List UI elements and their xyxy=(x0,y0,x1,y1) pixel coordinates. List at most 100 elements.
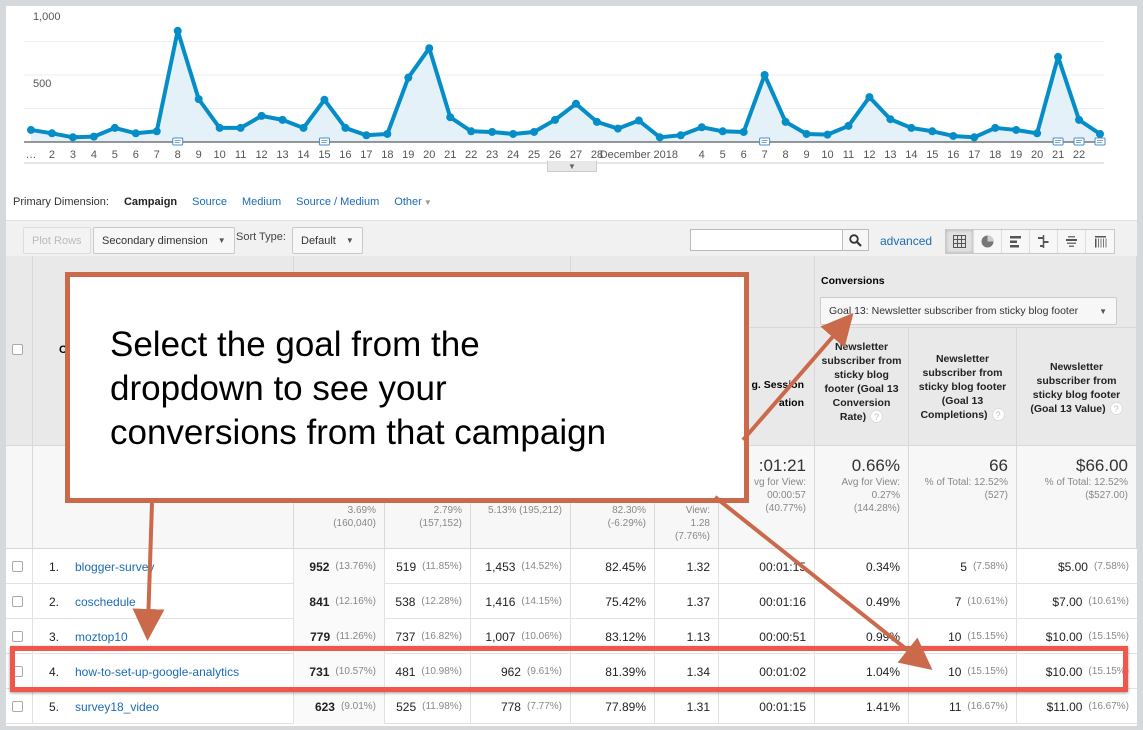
data-point[interactable] xyxy=(823,130,832,139)
summary-new-users-total: (157,152) xyxy=(419,518,462,529)
table-view-button[interactable] xyxy=(946,230,974,253)
advanced-filter-link[interactable]: advanced xyxy=(880,234,932,248)
help-icon[interactable]: ? xyxy=(991,408,1005,421)
campaign-link[interactable]: coschedule xyxy=(75,595,136,609)
help-icon[interactable]: ? xyxy=(870,410,884,423)
annotation-marker-icon[interactable] xyxy=(1052,137,1064,146)
data-point[interactable] xyxy=(697,123,706,132)
data-point[interactable] xyxy=(27,125,35,134)
data-point[interactable] xyxy=(1075,115,1084,124)
data-point[interactable] xyxy=(320,95,329,104)
data-point[interactable] xyxy=(1096,129,1104,138)
data-point[interactable] xyxy=(278,115,287,124)
data-point[interactable] xyxy=(844,121,853,130)
dimension-source[interactable]: Source xyxy=(192,196,227,208)
data-point[interactable] xyxy=(152,127,161,136)
annotation-marker-icon[interactable] xyxy=(1073,137,1085,146)
campaign-link[interactable]: blogger-survey xyxy=(75,560,154,574)
data-point[interactable] xyxy=(739,127,748,136)
campaign-link[interactable]: moztop10 xyxy=(75,630,128,644)
sessions-value: 778 xyxy=(500,699,521,714)
data-point[interactable] xyxy=(89,132,98,141)
pie-view-button[interactable] xyxy=(974,230,1002,253)
data-point[interactable] xyxy=(173,26,182,35)
sort-type-dropdown[interactable]: Default ▼ xyxy=(292,227,363,254)
data-point[interactable] xyxy=(949,131,958,140)
secondary-dimension-dropdown[interactable]: Secondary dimension ▼ xyxy=(93,227,235,254)
data-point[interactable] xyxy=(110,123,119,132)
dimension-campaign[interactable]: Campaign xyxy=(124,196,177,208)
dimension-medium[interactable]: Medium xyxy=(242,196,281,208)
data-point[interactable] xyxy=(236,123,245,132)
data-point[interactable] xyxy=(970,133,979,142)
data-point[interactable] xyxy=(488,127,497,136)
dimension-other[interactable]: Other ▼ xyxy=(394,196,431,208)
data-point[interactable] xyxy=(760,71,769,79)
data-point[interactable] xyxy=(571,99,580,108)
data-point[interactable] xyxy=(1012,125,1021,134)
row-checkbox[interactable] xyxy=(12,701,23,712)
data-point[interactable] xyxy=(1033,129,1042,138)
view-switcher xyxy=(945,229,1115,254)
data-point[interactable] xyxy=(613,124,622,133)
row-checkbox[interactable] xyxy=(12,561,23,572)
data-point[interactable] xyxy=(928,127,937,136)
goal-select-dropdown[interactable]: Goal 13: Newsletter subscriber from stic… xyxy=(820,297,1117,325)
annotation-marker-icon[interactable] xyxy=(1094,137,1106,146)
row-checkbox[interactable] xyxy=(12,596,23,607)
data-point[interactable] xyxy=(68,133,77,142)
data-point[interactable] xyxy=(404,73,413,82)
data-point[interactable] xyxy=(299,123,308,132)
data-point[interactable] xyxy=(676,131,685,140)
plot-rows-button[interactable]: Plot Rows xyxy=(23,227,91,254)
data-point[interactable] xyxy=(446,113,455,122)
data-point[interactable] xyxy=(362,131,371,140)
data-point[interactable] xyxy=(194,95,203,104)
x-tick-label: 4 xyxy=(699,149,705,161)
data-point[interactable] xyxy=(865,93,874,102)
dimension-source-medium[interactable]: Source / Medium xyxy=(296,196,379,208)
data-point[interactable] xyxy=(425,44,434,53)
annotation-marker-icon[interactable] xyxy=(318,137,330,146)
data-point[interactable] xyxy=(530,127,539,136)
search-button[interactable] xyxy=(843,229,869,251)
comparison-view-button[interactable] xyxy=(1030,230,1058,253)
caret-down-icon: ▼ xyxy=(217,236,226,245)
chart-collapse-toggle[interactable]: ▼ xyxy=(547,161,597,172)
data-point[interactable] xyxy=(131,129,140,138)
summary-bounce-delta: (-6.29%) xyxy=(607,518,646,529)
data-point[interactable] xyxy=(467,127,476,136)
campaign-link[interactable]: survey18_video xyxy=(75,700,159,714)
annotation-marker-icon[interactable] xyxy=(172,137,184,146)
data-point[interactable] xyxy=(383,129,392,138)
annotation-marker-icon[interactable] xyxy=(759,137,771,146)
x-tick-label: 12 xyxy=(863,149,875,161)
data-point[interactable] xyxy=(907,123,916,132)
data-point[interactable] xyxy=(886,115,895,124)
sessions-pct: (14.52%) xyxy=(521,561,562,572)
help-icon[interactable]: ? xyxy=(1109,402,1123,415)
data-point[interactable] xyxy=(509,129,518,138)
term-cloud-view-button[interactable] xyxy=(1058,230,1086,253)
row-checkbox[interactable] xyxy=(12,631,23,642)
data-point[interactable] xyxy=(991,123,1000,132)
data-point[interactable] xyxy=(47,129,56,138)
data-point[interactable] xyxy=(802,129,811,138)
data-point[interactable] xyxy=(341,123,350,132)
data-point[interactable] xyxy=(551,115,560,124)
data-point[interactable] xyxy=(215,123,224,132)
data-point[interactable] xyxy=(655,133,664,142)
data-point[interactable] xyxy=(1054,52,1063,61)
x-tick-label: 20 xyxy=(423,149,435,161)
table-search-input[interactable] xyxy=(690,229,843,251)
select-all-checkbox[interactable] xyxy=(12,344,23,355)
pivot-view-button[interactable] xyxy=(1086,230,1114,253)
data-point[interactable] xyxy=(781,117,790,126)
data-point[interactable] xyxy=(634,116,643,125)
data-point[interactable] xyxy=(592,117,601,126)
performance-view-button[interactable] xyxy=(1002,230,1030,253)
pie-chart-icon xyxy=(981,235,994,248)
x-tick-label: 13 xyxy=(884,149,896,161)
data-point[interactable] xyxy=(257,111,266,120)
data-point[interactable] xyxy=(718,127,727,136)
